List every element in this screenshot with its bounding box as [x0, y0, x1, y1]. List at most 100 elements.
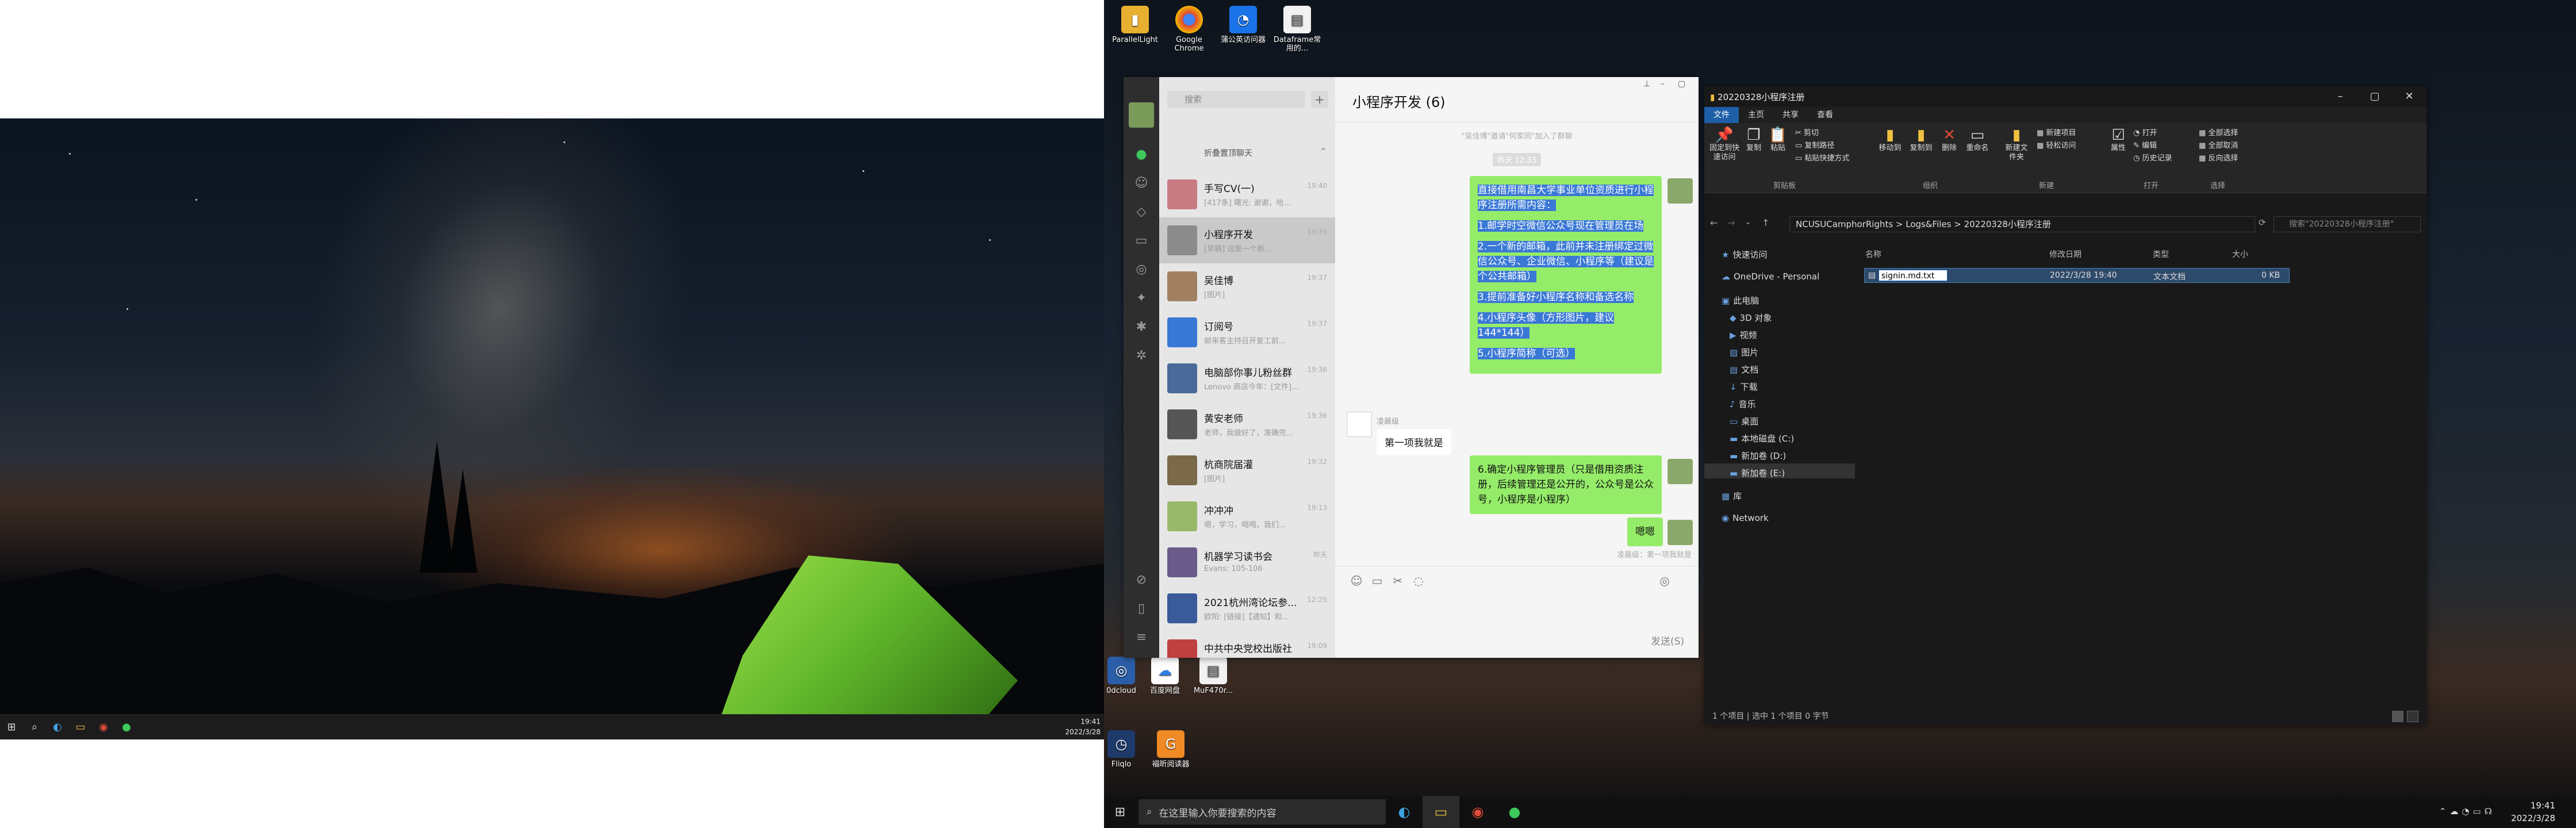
minimize-icon[interactable]: – [1661, 79, 1665, 89]
left-clock[interactable]: 19:41 2022/3/28 [1065, 716, 1101, 737]
tab-view[interactable]: 查看 [1808, 107, 1842, 123]
file-icon[interactable]: ▭ [1370, 574, 1385, 589]
desktop-icon-baidu[interactable]: ☁ 百度网盘 [1140, 657, 1190, 695]
desktop-icon-fliqlo[interactable]: ◷ Fliqlo [1104, 730, 1147, 769]
channels-icon[interactable]: ✦ [1133, 290, 1150, 307]
nav-item[interactable]: ▶ 视频 [1730, 329, 1757, 341]
delete-button[interactable]: ✕ 删除 [1938, 126, 1961, 153]
forward-icon[interactable]: → [1727, 217, 1735, 228]
sender-avatar[interactable] [1667, 178, 1693, 204]
nav-item[interactable]: ▬ 新加卷 (D:) [1730, 450, 1786, 462]
move-to-button[interactable]: ▮ 移动到 [1876, 126, 1904, 153]
chat-list-item[interactable]: 小程序开发 [草稿] 这是一个新... 19:39 [1159, 217, 1335, 263]
new-folder-button[interactable]: ▮ 新建文件夹 [2002, 126, 2031, 162]
rename-input[interactable]: signin.md.txt [1879, 270, 1948, 281]
right-clock[interactable]: 19:41 2022/3/28 [2511, 799, 2555, 825]
pin-quick-access-button[interactable]: 📌 固定到快速访问 [1709, 126, 1740, 162]
nav-item[interactable]: ♪ 音乐 [1730, 398, 1756, 410]
column-name[interactable]: 名称 [1865, 248, 1881, 260]
message-bubble-requirements[interactable]: 直接借用南昌大学事业单位资质进行小程序注册所需内容： 1.邮学时空微信公众号现在管… [1470, 176, 1662, 374]
desktop-icon-parallellight[interactable]: ▮ ParallelLight [1110, 6, 1160, 44]
favorites-icon[interactable]: ◇ [1133, 204, 1150, 221]
chrome-icon[interactable]: ◉ [92, 716, 115, 739]
add-chat-button[interactable]: + [1311, 91, 1328, 108]
nav-item[interactable]: ▨ 图片 [1730, 346, 1758, 358]
contacts-icon[interactable]: ☺ [1133, 175, 1150, 192]
start-icon[interactable]: ⊞ [0, 716, 23, 739]
tab-file[interactable]: 文件 [1704, 107, 1739, 123]
large-icons-view-icon[interactable] [2407, 711, 2418, 722]
message-bubble-admin[interactable]: 6.确定小程序管理员（只是借用资质注册，后续管理还是公开的，公众号是公众号，小程… [1470, 455, 1662, 514]
sender-avatar[interactable] [1667, 459, 1693, 484]
nav-item[interactable]: ▣ 此电脑 [1722, 294, 1759, 306]
copy-path-button[interactable]: ▭ 复制路径 [1795, 139, 1834, 150]
chat-icon[interactable]: ● [1133, 146, 1150, 163]
minimize-icon[interactable]: – [2323, 86, 2358, 107]
menu-icon[interactable]: ≡ [1133, 629, 1150, 646]
copy-button[interactable]: ❐ 复制 [1742, 126, 1765, 153]
nav-item[interactable]: ▬ 新加卷 (E:) [1730, 467, 1785, 479]
taskbar-search[interactable]: ⌕ 在这里输入你要搜索的内容 [1138, 799, 1386, 825]
nav-item[interactable]: ◆ 3D 对象 [1730, 312, 1772, 324]
chat-history-icon[interactable]: ◌ [1411, 574, 1426, 589]
nav-item[interactable]: ↓ 下载 [1730, 381, 1758, 393]
close-icon[interactable]: ✕ [2392, 86, 2426, 107]
wechat-icon[interactable]: ● [115, 716, 138, 739]
copy-to-button[interactable]: ▮ 复制到 [1907, 126, 1935, 153]
nav-item[interactable]: ▤ 文档 [1730, 363, 1758, 375]
pin-icon[interactable]: ⊥ [1643, 79, 1650, 89]
column-modified[interactable]: 修改日期 [2049, 248, 2082, 260]
properties-button[interactable]: ☑ 属性 [2107, 126, 2130, 153]
desktop-icon-foxit[interactable]: G 福昕阅读器 [1145, 730, 1196, 769]
nav-item[interactable]: ◉ Network [1722, 513, 1769, 523]
nav-item[interactable]: ▦ 库 [1722, 490, 1742, 502]
column-size[interactable]: 大小 [2232, 248, 2248, 260]
tab-home[interactable]: 主页 [1739, 107, 1773, 123]
maximize-icon[interactable]: ▢ [2358, 86, 2392, 107]
contact-avatar[interactable] [1347, 412, 1372, 437]
chat-list-item[interactable]: 中共中央党校出版社 19:09 [1159, 631, 1335, 658]
desktop-icon-muf[interactable]: ▤ MuF470r... [1188, 657, 1239, 695]
back-icon[interactable]: ← [1710, 217, 1718, 228]
search-icon[interactable]: ⌕ [23, 716, 46, 739]
desktop-icon-chrome[interactable]: Google Chrome [1164, 6, 1214, 53]
cut-button[interactable]: ✂ 剪切 [1795, 126, 1819, 137]
path-segment[interactable]: NCUSUCamphorRights [1796, 219, 1893, 229]
invert-selection-button[interactable]: ▦ 反向选择 [2199, 152, 2238, 163]
history-button[interactable]: ◷ 历史记录 [2133, 152, 2172, 163]
refresh-icon[interactable]: ⟳ [2259, 217, 2266, 228]
system-tray-icons[interactable]: ⌃☁◔▭☊ [2439, 806, 2496, 816]
nav-item[interactable]: ★ 快速访问 [1722, 248, 1767, 260]
chat-list-item[interactable]: 黄安老师 老师，我做好了，准确完... 19:36 [1159, 401, 1335, 447]
folded-pinned-chats[interactable]: 折叠置顶聊天 ⌃ [1159, 135, 1335, 171]
file-row[interactable]: ▤ signin.md.txt 2022/3/28 19:40 文本文档 0 K… [1864, 268, 2290, 283]
wechat-icon[interactable]: ● [1496, 796, 1533, 828]
start-icon[interactable]: ⊞ [1104, 796, 1136, 828]
select-all-button[interactable]: ▦ 全部选择 [2199, 126, 2238, 137]
voice-call-icon[interactable]: ◎ [1657, 574, 1672, 589]
message-bubble-ok[interactable]: 嗯嗯 [1627, 518, 1663, 546]
edge-icon[interactable]: ◐ [46, 716, 69, 739]
nav-item[interactable]: ☁ OneDrive - Personal [1722, 271, 1819, 282]
recent-locations-icon[interactable]: ⌄ [1745, 217, 1751, 227]
chat-list-item[interactable]: 2021杭州湾论坛参... 欧阳: [链接]【通知】和... 12:25 [1159, 585, 1335, 631]
chat-list-item[interactable]: 机器学习读书会 Evans: 105-106 昨天 [1159, 539, 1335, 585]
scissors-icon[interactable]: ✂ [1390, 574, 1405, 589]
chat-list-item[interactable]: 手写CV(一) [417条] 曙光: 谢谢，哈... 19:40 [1159, 171, 1335, 217]
tab-share[interactable]: 共享 [1773, 107, 1808, 123]
details-view-icon[interactable] [2392, 711, 2404, 722]
files-icon[interactable]: ▭ [1133, 232, 1150, 250]
new-item-button[interactable]: ▦ 新建项目 [2037, 126, 2076, 137]
reply-bubble[interactable]: 第一项我就是 [1377, 429, 1451, 455]
path-segment[interactable]: 20220328小程序注册 [1964, 219, 2051, 229]
up-icon[interactable]: ↑ [1762, 217, 1769, 228]
maximize-icon[interactable]: ▢ [1678, 79, 1685, 89]
sender-avatar[interactable] [1667, 520, 1693, 545]
explorer-search-input[interactable]: 搜索"20220328小程序注册" [2274, 216, 2421, 232]
nav-item[interactable]: ▭ 桌面 [1730, 415, 1758, 427]
chat-list-item[interactable]: 吴佳博 [图片] 19:37 [1159, 263, 1335, 309]
edit-button[interactable]: ✎ 编辑 [2133, 139, 2157, 150]
emoji-icon[interactable]: ☺ [1349, 574, 1364, 589]
path-segment[interactable]: Logs&Files [1906, 219, 1951, 229]
rename-button[interactable]: ▭ 重命名 [1963, 126, 1992, 153]
